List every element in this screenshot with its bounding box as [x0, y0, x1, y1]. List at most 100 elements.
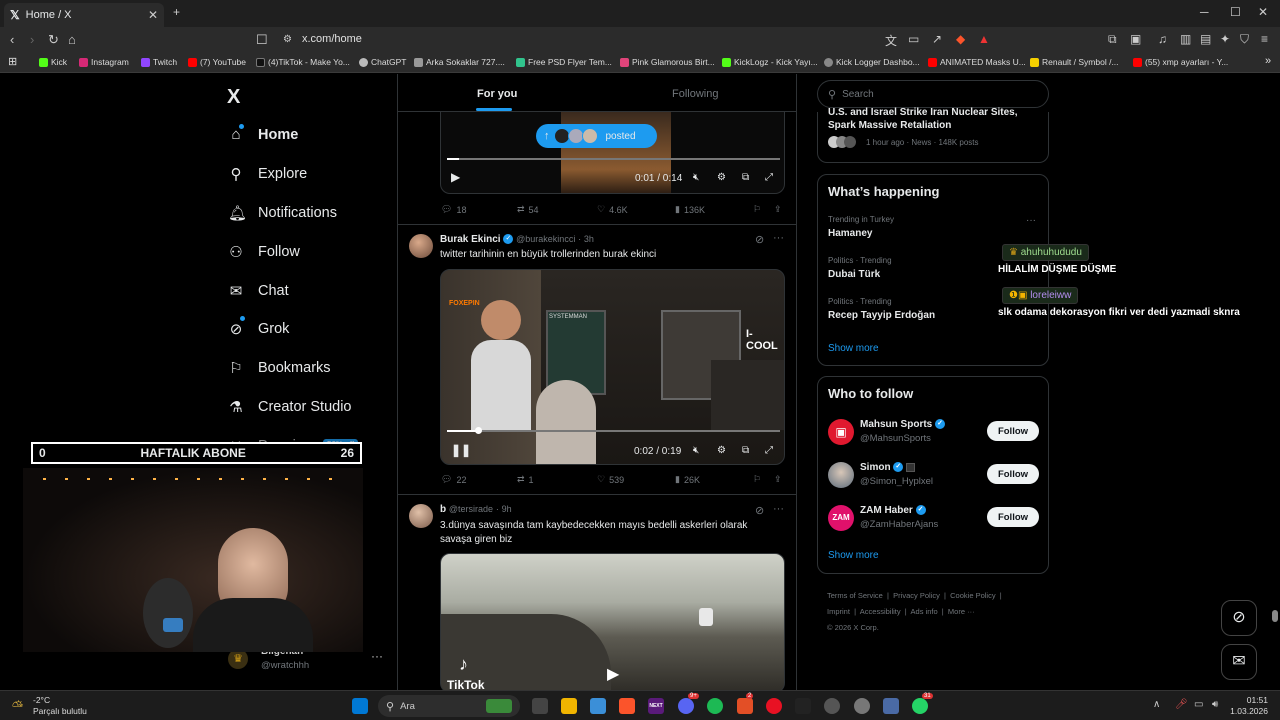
views-button[interactable]: ▮ 136K: [675, 204, 705, 215]
reply-button[interactable]: 💬︎ 22: [441, 474, 466, 485]
avatar[interactable]: [409, 504, 433, 528]
search-input[interactable]: Search: [842, 89, 874, 100]
brave-icon[interactable]: [619, 698, 635, 714]
whatsapp-icon[interactable]: [912, 698, 928, 714]
video-scrubber[interactable]: [475, 427, 482, 434]
footer-link[interactable]: Privacy Policy: [893, 591, 940, 600]
sidebar-item-bookmarks[interactable]: ⚐ Bookmarks: [228, 359, 330, 377]
sidebar-item-creator-studio[interactable]: ⚗ Creator Studio: [228, 398, 351, 416]
bookmark-chatgpt[interactable]: ChatGPT: [359, 57, 406, 67]
pause-icon[interactable]: ❚❚: [451, 443, 471, 457]
mute-icon[interactable]: 🔇︎: [693, 172, 699, 183]
bookmark-youtube[interactable]: (7) YouTube: [188, 57, 246, 67]
extensions-icon[interactable]: ⧉: [1108, 32, 1117, 47]
tweet-time[interactable]: 9h: [502, 504, 512, 514]
wallet-icon[interactable]: ▤: [1200, 32, 1211, 46]
tweet-time[interactable]: 3h: [584, 234, 594, 244]
gear-app-icon[interactable]: [883, 698, 899, 714]
play-icon[interactable]: ▶: [451, 170, 460, 184]
file-explorer-icon[interactable]: [561, 698, 577, 714]
microphone-icon[interactable]: 🎤︎: [1175, 699, 1188, 710]
share-icon[interactable]: ⇪: [774, 204, 782, 215]
show-more-link[interactable]: Show more: [828, 550, 879, 561]
bookmark-tweet-icon[interactable]: ⚐: [753, 204, 761, 215]
suggestion-name[interactable]: Simon ✓: [860, 462, 916, 473]
video-progress-bar[interactable]: [447, 430, 780, 432]
repost-button[interactable]: ⇄ 54: [517, 204, 539, 215]
sidebar-toggle-icon[interactable]: ▥: [1180, 32, 1191, 46]
sidebar-item-follow[interactable]: ⚇ Follow: [228, 243, 300, 261]
settings-icon[interactable]: ⚙: [717, 172, 726, 183]
taskbar-search[interactable]: ⚲ Ara: [378, 695, 520, 717]
home-browser-icon[interactable]: ⌂: [68, 32, 76, 47]
bookmark-animated-masks[interactable]: ANIMATED Masks U...: [928, 57, 1026, 67]
show-more-link[interactable]: Show more: [828, 343, 879, 354]
share-icon[interactable]: ⇪: [774, 474, 782, 485]
settings-icon[interactable]: [854, 698, 870, 714]
new-posts-pill[interactable]: ↑ posted: [536, 124, 657, 148]
close-window-icon[interactable]: ✕: [1258, 5, 1268, 19]
more-icon[interactable]: ···: [773, 503, 784, 515]
footer-link[interactable]: Ads info: [911, 607, 938, 616]
reload-icon[interactable]: ↻: [48, 32, 59, 48]
brave-rewards-icon[interactable]: ▲: [978, 32, 990, 46]
like-button[interactable]: ♡ 539: [597, 474, 624, 485]
tweet-video[interactable]: ▶ ♪ TikTok: [440, 553, 785, 690]
bookmark-tweet-icon[interactable]: ⚐: [753, 474, 761, 485]
bookmark-renault[interactable]: Renault / Symbol /...: [1030, 57, 1119, 67]
bookmark-page-icon[interactable]: ☐: [256, 32, 268, 48]
more-icon[interactable]: ···: [371, 649, 383, 663]
opera-icon[interactable]: [766, 698, 782, 714]
apps-icon[interactable]: ⊞: [8, 55, 17, 68]
more-bookmarks-icon[interactable]: »: [1265, 55, 1271, 67]
messages-fab-icon[interactable]: ✉: [1221, 644, 1257, 680]
tweet-handle[interactable]: @tersirade: [449, 504, 493, 514]
footer-link[interactable]: Cookie Policy: [950, 591, 995, 600]
news-card[interactable]: U.S. and Israel Strike Iran Nuclear Site…: [817, 107, 1049, 163]
volume-icon[interactable]: 🔊︎: [1212, 699, 1218, 710]
fullscreen-icon[interactable]: ⤢: [765, 445, 773, 456]
video-progress-bar[interactable]: [447, 158, 780, 160]
bookmark-tiktok[interactable]: (4)TikTok - Make Yo...: [256, 57, 350, 67]
clock-date[interactable]: 1.03.2026: [1226, 706, 1268, 716]
bookmark-free-psd[interactable]: Free PSD Flyer Tem...: [516, 57, 612, 67]
bookmark-pink-glamorous[interactable]: Pink Glamorous Birt...: [620, 57, 715, 67]
cast-icon[interactable]: ▭: [908, 32, 919, 46]
vpn-icon[interactable]: ⛉: [1240, 32, 1249, 47]
more-icon[interactable]: ···: [773, 232, 784, 244]
capcut-icon[interactable]: [795, 698, 811, 714]
tweet-video[interactable]: SYSTEMMAN I-COOL FOXEPIN ❚❚ 0:02 / 0:19 …: [440, 269, 785, 465]
leo-icon[interactable]: ✦: [1220, 32, 1230, 46]
suggestion-name[interactable]: ZAM Haber ✓: [860, 505, 926, 516]
follow-button[interactable]: Follow: [987, 421, 1039, 441]
back-icon[interactable]: ‹: [10, 32, 14, 47]
footer-link[interactable]: Accessibility: [860, 607, 901, 616]
suggestion-name[interactable]: Mahsun Sports ✓: [860, 419, 946, 430]
forward-icon[interactable]: ›: [30, 32, 34, 47]
site-info-icon[interactable]: ⚙: [283, 34, 292, 45]
bookmark-kick[interactable]: Kick: [39, 57, 67, 67]
tab-for-you[interactable]: For you: [477, 88, 517, 100]
bookmark-kick-logger[interactable]: Kick Logger Dashbo...: [824, 57, 920, 67]
bookmark-kicklogz[interactable]: KickLogz - Kick Yayı...: [722, 57, 818, 67]
play-icon[interactable]: ▶: [607, 664, 619, 684]
maximize-icon[interactable]: ☐: [1230, 5, 1241, 19]
tab-following[interactable]: Following: [672, 88, 718, 100]
trend-item[interactable]: Hamaney: [828, 228, 872, 239]
discord-icon[interactable]: [678, 698, 694, 714]
start-button[interactable]: [352, 698, 368, 714]
avatar[interactable]: ▣: [828, 419, 854, 445]
network-icon[interactable]: ▭: [1194, 699, 1203, 710]
mute-icon[interactable]: 🔇︎: [693, 445, 699, 456]
tweet-handle[interactable]: @burakekincci: [516, 234, 575, 244]
store-icon[interactable]: [590, 698, 606, 714]
minimize-icon[interactable]: ─: [1200, 5, 1209, 19]
spotify-icon[interactable]: [707, 698, 723, 714]
browser-tab[interactable]: 𝕏 Home / X ✕: [4, 3, 164, 27]
next-app-icon[interactable]: NEXT: [648, 698, 664, 714]
sidebar-item-home[interactable]: ⌂ Home: [228, 124, 298, 143]
tray-expand-icon[interactable]: ∧: [1153, 699, 1160, 710]
bookmark-instagram[interactable]: Instagram: [79, 57, 129, 67]
trend-item[interactable]: Recep Tayyip Erdoğan: [828, 310, 935, 321]
tweet-author[interactable]: Burak Ekinci: [440, 234, 501, 245]
